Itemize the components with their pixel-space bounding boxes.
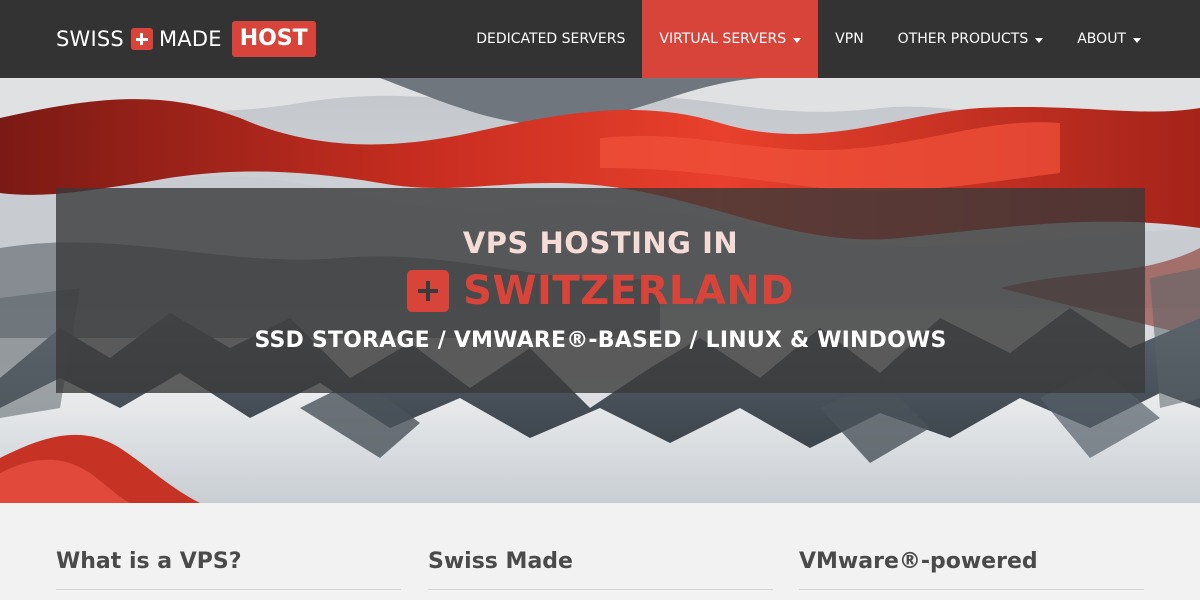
brand-logo[interactable]: SWISS MADE HOST — [56, 21, 316, 57]
swiss-cross-icon — [407, 270, 450, 312]
hero-country: SWITZERLAND — [463, 268, 794, 314]
caret-down-icon — [1133, 37, 1141, 43]
divider — [56, 589, 401, 590]
nav-item-vpn[interactable]: VPN — [818, 0, 881, 78]
nav-item-label: OTHER PRODUCTS — [897, 31, 1029, 47]
main-nav: DEDICATED SERVERS VIRTUAL SERVERS VPN OT… — [459, 0, 1200, 78]
nav-item-dedicated-servers[interactable]: DEDICATED SERVERS — [459, 0, 642, 78]
feature-swiss-made: Swiss Made — [428, 547, 773, 590]
hero-country-row: SWITZERLAND — [56, 268, 1145, 314]
caret-down-icon — [1035, 37, 1044, 43]
nav-item-label: VPN — [835, 31, 864, 47]
nav-item-other-products[interactable]: OTHER PRODUCTS — [881, 0, 1061, 78]
logo-word-host: HOST — [231, 21, 316, 57]
nav-item-about[interactable]: ABOUT — [1060, 0, 1158, 78]
divider — [428, 589, 773, 590]
nav-item-label: DEDICATED SERVERS — [476, 31, 626, 47]
divider — [799, 589, 1144, 590]
feature-what-is-vps: What is a VPS? — [56, 547, 401, 590]
hero-heading: VPS HOSTING IN — [462, 226, 739, 260]
feature-title: Swiss Made — [428, 549, 573, 574]
nav-item-virtual-servers[interactable]: VIRTUAL SERVERS — [642, 0, 819, 78]
nav-item-label: ABOUT — [1077, 31, 1126, 47]
hero-tagline: SSD STORAGE / VMWARE®-BASED / LINUX & WI… — [254, 328, 947, 353]
caret-down-icon — [793, 37, 802, 43]
feature-title: VMware®-powered — [799, 549, 1038, 574]
hero-overlay-panel: VPS HOSTING IN SWITZERLAND SSD STORAGE /… — [56, 188, 1145, 393]
logo-word-made: MADE — [158, 27, 222, 51]
logo-word-swiss: SWISS — [56, 27, 124, 51]
hero-banner: VPS HOSTING IN SWITZERLAND SSD STORAGE /… — [0, 78, 1200, 503]
feature-title: What is a VPS? — [56, 549, 242, 574]
top-navbar: SWISS MADE HOST DEDICATED SERVERS VIRTUA… — [0, 0, 1200, 78]
nav-item-label: VIRTUAL SERVERS — [659, 31, 787, 47]
features-section: What is a VPS? Swiss Made VMware®-powere… — [0, 503, 1200, 600]
swiss-cross-icon — [130, 28, 153, 50]
feature-vmware-powered: VMware®-powered — [799, 547, 1144, 590]
